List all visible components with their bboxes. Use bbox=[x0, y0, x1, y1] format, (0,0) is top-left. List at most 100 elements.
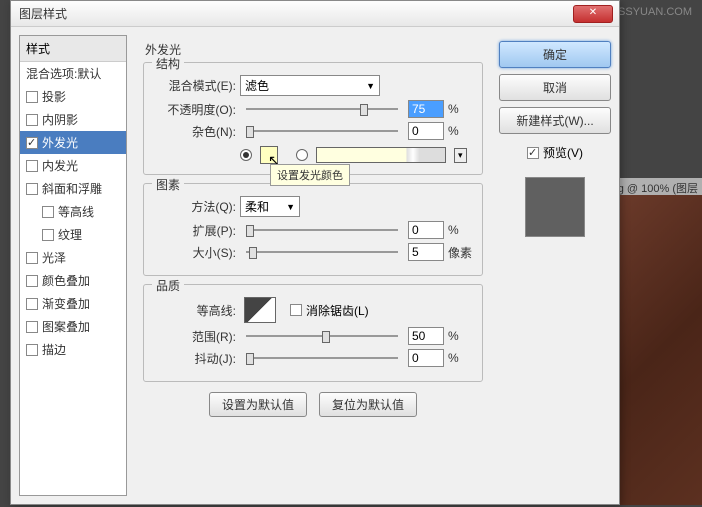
style-checkbox[interactable] bbox=[26, 344, 38, 356]
panel-title: 外发光 bbox=[145, 41, 483, 58]
ok-button[interactable]: 确定 bbox=[499, 41, 611, 68]
structure-legend: 结构 bbox=[152, 55, 184, 72]
style-item-6[interactable]: 纹理 bbox=[20, 223, 126, 246]
style-item-0[interactable]: 投影 bbox=[20, 85, 126, 108]
jitter-label: 抖动(J): bbox=[154, 350, 236, 367]
color-tooltip: 设置发光颜色 bbox=[270, 164, 350, 186]
range-input[interactable]: 50 bbox=[408, 327, 444, 345]
spread-input[interactable]: 0 bbox=[408, 221, 444, 239]
style-checkbox[interactable] bbox=[42, 206, 54, 218]
noise-input[interactable]: 0 bbox=[408, 122, 444, 140]
style-checkbox[interactable] bbox=[26, 137, 38, 149]
preview-label: 预览(V) bbox=[543, 144, 583, 161]
jitter-unit: % bbox=[448, 351, 472, 365]
method-dropdown[interactable]: 柔和 ▼ bbox=[240, 196, 300, 217]
style-label: 内阴影 bbox=[42, 111, 78, 128]
style-item-1[interactable]: 内阴影 bbox=[20, 108, 126, 131]
opacity-slider[interactable] bbox=[246, 101, 398, 117]
method-label: 方法(Q): bbox=[154, 198, 236, 215]
style-label: 图案叠加 bbox=[42, 318, 90, 335]
style-checkbox[interactable] bbox=[26, 114, 38, 126]
spread-label: 扩展(P): bbox=[154, 222, 236, 239]
blend-mode-dropdown[interactable]: 滤色 ▼ bbox=[240, 75, 380, 96]
style-item-3[interactable]: 内发光 bbox=[20, 154, 126, 177]
style-checkbox[interactable] bbox=[26, 275, 38, 287]
reset-default-button[interactable]: 复位为默认值 bbox=[319, 392, 417, 417]
style-checkbox[interactable] bbox=[26, 298, 38, 310]
titlebar[interactable]: 图层样式 ✕ bbox=[11, 1, 619, 27]
glow-color-swatch[interactable] bbox=[260, 146, 278, 164]
style-item-5[interactable]: 等高线 bbox=[20, 200, 126, 223]
cancel-button[interactable]: 取消 bbox=[499, 74, 611, 101]
style-checkbox[interactable] bbox=[42, 229, 54, 241]
opacity-label: 不透明度(O): bbox=[154, 101, 236, 118]
noise-unit: % bbox=[448, 124, 472, 138]
style-checkbox[interactable] bbox=[26, 183, 38, 195]
spread-unit: % bbox=[448, 223, 472, 237]
style-label: 等高线 bbox=[58, 203, 94, 220]
style-label: 颜色叠加 bbox=[42, 272, 90, 289]
chevron-down-icon: ▼ bbox=[286, 202, 295, 212]
style-item-2[interactable]: 外发光 bbox=[20, 131, 126, 154]
chevron-down-icon[interactable]: ▾ bbox=[454, 148, 467, 163]
color-radio[interactable] bbox=[240, 149, 252, 161]
new-style-button[interactable]: 新建样式(W)... bbox=[499, 107, 611, 134]
contour-label: 等高线: bbox=[154, 302, 236, 319]
jitter-slider[interactable] bbox=[246, 350, 398, 366]
style-label: 内发光 bbox=[42, 157, 78, 174]
options-panel: 外发光 结构 混合模式(E): 滤色 ▼ 不透明度(O): 75 % bbox=[135, 35, 491, 496]
style-label: 投影 bbox=[42, 88, 66, 105]
size-unit: 像素 bbox=[448, 244, 472, 261]
blend-mode-label: 混合模式(E): bbox=[154, 77, 236, 94]
elements-legend: 图素 bbox=[152, 176, 184, 193]
size-input[interactable]: 5 bbox=[408, 243, 444, 261]
style-checkbox[interactable] bbox=[26, 91, 38, 103]
styles-header[interactable]: 样式 bbox=[20, 36, 126, 62]
blending-options-item[interactable]: 混合选项:默认 bbox=[20, 62, 126, 85]
gradient-picker[interactable] bbox=[316, 147, 446, 163]
range-unit: % bbox=[448, 329, 472, 343]
close-button[interactable]: ✕ bbox=[573, 5, 613, 23]
preview-checkbox[interactable] bbox=[527, 147, 539, 159]
size-slider[interactable] bbox=[246, 244, 398, 260]
dialog-actions: 确定 取消 新建样式(W)... 预览(V) bbox=[499, 35, 611, 496]
dialog-title: 图层样式 bbox=[17, 5, 573, 22]
elements-fieldset: 图素 方法(Q): 柔和 ▼ 扩展(P): 0 % 大小(S): bbox=[143, 183, 483, 276]
opacity-input[interactable]: 75 bbox=[408, 100, 444, 118]
quality-fieldset: 品质 等高线: 消除锯齿(L) 范围(R): 50 % 抖动(J): bbox=[143, 284, 483, 382]
layer-style-dialog: 图层样式 ✕ 样式 混合选项:默认 投影内阴影外发光内发光斜面和浮雕等高线纹理光… bbox=[10, 0, 620, 505]
preview-swatch bbox=[525, 177, 585, 237]
style-checkbox[interactable] bbox=[26, 160, 38, 172]
range-slider[interactable] bbox=[246, 328, 398, 344]
structure-fieldset: 结构 混合模式(E): 滤色 ▼ 不透明度(O): 75 % 杂色(N): bbox=[143, 62, 483, 175]
range-label: 范围(R): bbox=[154, 328, 236, 345]
style-label: 描边 bbox=[42, 341, 66, 358]
gradient-radio[interactable] bbox=[296, 149, 308, 161]
quality-legend: 品质 bbox=[152, 277, 184, 294]
set-default-button[interactable]: 设置为默认值 bbox=[209, 392, 307, 417]
style-item-7[interactable]: 光泽 bbox=[20, 246, 126, 269]
contour-picker[interactable] bbox=[244, 297, 276, 323]
style-label: 渐变叠加 bbox=[42, 295, 90, 312]
style-item-4[interactable]: 斜面和浮雕 bbox=[20, 177, 126, 200]
style-checkbox[interactable] bbox=[26, 252, 38, 264]
style-item-11[interactable]: 描边 bbox=[20, 338, 126, 361]
style-item-10[interactable]: 图案叠加 bbox=[20, 315, 126, 338]
styles-list: 样式 混合选项:默认 投影内阴影外发光内发光斜面和浮雕等高线纹理光泽颜色叠加渐变… bbox=[19, 35, 127, 496]
style-label: 纹理 bbox=[58, 226, 82, 243]
opacity-unit: % bbox=[448, 102, 472, 116]
style-label: 外发光 bbox=[42, 134, 78, 151]
style-item-8[interactable]: 颜色叠加 bbox=[20, 269, 126, 292]
style-label: 光泽 bbox=[42, 249, 66, 266]
style-item-9[interactable]: 渐变叠加 bbox=[20, 292, 126, 315]
antialias-label: 消除锯齿(L) bbox=[306, 302, 369, 319]
style-checkbox[interactable] bbox=[26, 321, 38, 333]
background-image bbox=[617, 195, 702, 505]
chevron-down-icon: ▼ bbox=[366, 81, 375, 91]
noise-slider[interactable] bbox=[246, 123, 398, 139]
antialias-checkbox[interactable] bbox=[290, 304, 302, 316]
style-label: 斜面和浮雕 bbox=[42, 180, 102, 197]
jitter-input[interactable]: 0 bbox=[408, 349, 444, 367]
size-label: 大小(S): bbox=[154, 244, 236, 261]
spread-slider[interactable] bbox=[246, 222, 398, 238]
